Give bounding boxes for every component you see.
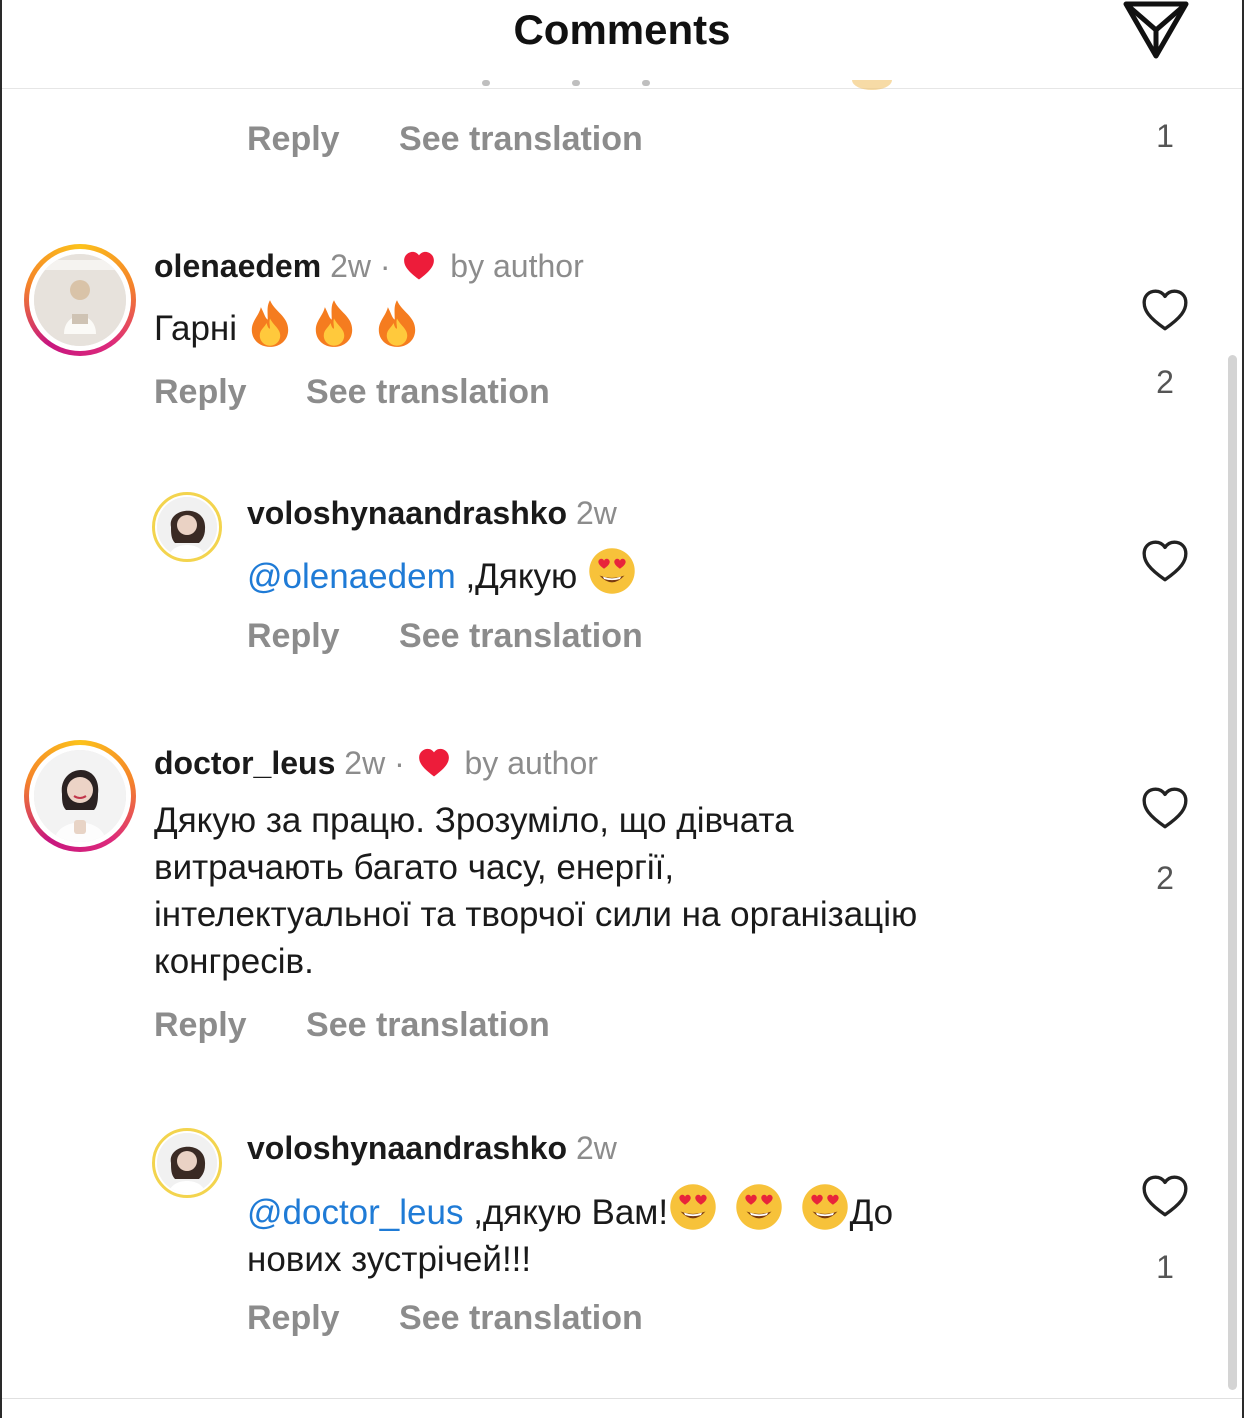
timestamp: 2w [575,1130,617,1166]
username[interactable]: voloshynaandrashko [247,495,567,531]
like-heart-icon[interactable] [1140,1172,1190,1222]
timestamp: 2w [330,248,371,284]
like-count: 1 [1156,118,1174,154]
comment-line: витрачають багато часу, енергії, [154,848,675,887]
comment-body: Гарні [154,309,238,348]
like-heart-icon[interactable] [1140,286,1190,336]
comment-line: нових зустрічей!!! [247,1240,532,1279]
profile-photo [157,497,217,557]
heart-eyes-emoji-icon [589,548,635,594]
reply-button[interactable]: Reply [154,1006,247,1045]
timestamp: 2w [344,745,386,781]
comment-actions: Reply See translation [247,617,643,656]
avatar[interactable] [24,740,136,852]
like-heart-icon[interactable] [1140,784,1190,834]
see-translation-button[interactable]: See translation [399,617,643,656]
see-translation-button[interactable]: See translation [306,1006,550,1045]
comment-meta: voloshynaandrashko 2w [247,1130,617,1167]
profile-photo [34,750,126,842]
fire-emoji-icon [315,300,352,347]
comment-line: конгресів. [154,942,314,981]
like-count: 2 [1156,364,1174,400]
heart-eyes-emoji-icon [736,1184,782,1230]
avatar[interactable] [24,244,136,356]
reply-button[interactable]: Reply [247,617,340,656]
comment-meta: voloshynaandrashko 2w [247,495,617,532]
reply-button[interactable]: Reply [247,120,340,159]
avatar[interactable] [152,492,222,562]
page-title: Comments [513,6,731,53]
see-translation-button[interactable]: See translation [399,120,643,159]
like-count: 2 [1156,860,1174,896]
username[interactable]: voloshynaandrashko [247,1130,567,1166]
mention-link[interactable]: @olenaedem [247,557,456,596]
like-count: 1 [1156,1249,1174,1285]
heart-icon [418,748,449,777]
comment-text: @doctor_leus ,дякую Вам! До нових зустрі… [247,1182,1107,1283]
liked-by-author-label: by author [450,248,584,284]
profile-photo [157,1133,217,1193]
fire-emoji-icon [251,300,288,347]
comments-sheet: Comments Reply See translation 1 olenaed… [0,0,1244,1418]
comment-line: Дякую за працю. Зрозуміло, що дівчата [154,801,794,840]
username[interactable]: doctor_leus [154,745,335,781]
heart-icon [404,251,435,280]
see-translation-button[interactable]: See translation [306,373,550,412]
comment-actions: Reply See translation [154,1006,550,1045]
username[interactable]: olenaedem [154,248,321,284]
comment-text: Гарні [154,298,420,352]
comments-header: Comments [2,0,1242,89]
scrollbar[interactable] [1228,355,1237,1390]
reply-button[interactable]: Reply [154,373,247,412]
comment-meta: doctor_leus 2w · by author [154,745,598,782]
see-translation-button[interactable]: See translation [399,1299,643,1338]
divider [2,1398,1242,1399]
heart-eyes-emoji-icon [670,1184,716,1230]
profile-photo [34,254,126,346]
reply-button[interactable]: Reply [247,1299,340,1338]
liked-by-author-label: by author [464,745,598,781]
paper-plane-icon[interactable] [1120,0,1192,60]
separator: · [379,248,391,284]
heart-eyes-emoji-icon [801,1184,848,1230]
fire-emoji-icon [379,300,416,347]
comment-body: ,дякую Вам! [463,1193,669,1232]
comment-body: До [849,1193,894,1232]
comment-body: ,Дякую [455,557,588,596]
comment-meta: olenaedem 2w · by author [154,248,584,285]
timestamp: 2w [575,495,617,531]
like-heart-icon[interactable] [1140,537,1190,587]
mention-link[interactable]: @doctor_leus [247,1193,463,1232]
comment-text: @olenaedem ,Дякую [247,546,637,600]
truncated-comment-text [232,80,932,96]
comment-actions: Reply See translation [247,1299,643,1338]
comment-line: інтелектуальної та творчої сили на орган… [154,895,918,934]
avatar[interactable] [152,1128,222,1198]
separator: · [394,745,405,781]
comment-actions: Reply See translation [154,373,550,412]
comment-actions: Reply See translation [247,120,643,159]
comment-text: Дякую за працю. Зрозуміло, що дівчата ви… [154,797,1114,985]
